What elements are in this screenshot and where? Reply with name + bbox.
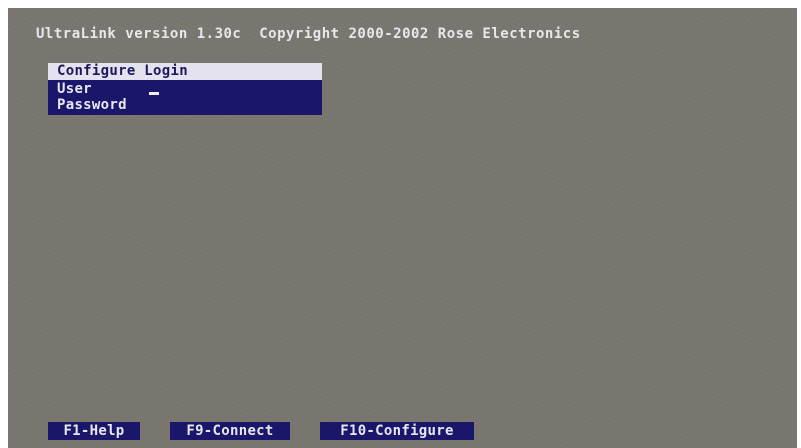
configure-login-dialog: Configure Login User Password xyxy=(48,63,322,115)
password-label: Password xyxy=(57,97,127,113)
version-copyright-banner: UltraLink version 1.30c Copyright 2000-2… xyxy=(36,26,581,42)
user-label: User xyxy=(57,81,92,97)
login-form: User Password xyxy=(48,80,322,115)
console-screen: UltraLink version 1.30c Copyright 2000-2… xyxy=(8,8,797,448)
f10-configure-button[interactable]: F10-Configure xyxy=(320,422,474,440)
user-input-cursor[interactable] xyxy=(149,92,159,95)
f1-help-button[interactable]: F1-Help xyxy=(48,422,140,440)
f9-connect-button[interactable]: F9-Connect xyxy=(170,422,290,440)
dialog-title: Configure Login xyxy=(48,63,322,80)
